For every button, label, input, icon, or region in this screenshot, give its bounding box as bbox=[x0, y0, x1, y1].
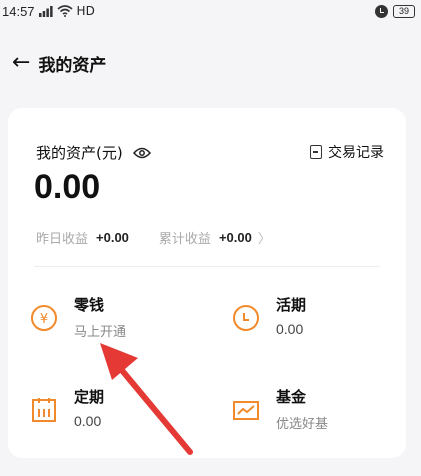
total-income-label[interactable]: 累计收益 bbox=[159, 228, 211, 247]
yuan-coin-icon: ¥ bbox=[30, 304, 58, 332]
wifi-icon bbox=[57, 5, 73, 17]
asset-amount: 0.00 bbox=[34, 168, 101, 206]
svg-text:¥: ¥ bbox=[40, 312, 48, 327]
product-title: 基金 bbox=[276, 388, 307, 406]
asset-header: 我的资产(元) bbox=[36, 142, 151, 163]
divider bbox=[34, 266, 380, 267]
trade-record-button[interactable]: 交易记录 bbox=[310, 142, 384, 162]
clock-circle-icon bbox=[232, 304, 260, 332]
eye-icon[interactable] bbox=[132, 147, 151, 159]
product-demand[interactable]: 活期 0.00 bbox=[232, 294, 306, 337]
alarm-icon bbox=[375, 4, 388, 18]
product-value: 0.00 bbox=[276, 321, 304, 337]
product-title: 定期 bbox=[74, 388, 105, 406]
calendar-icon bbox=[30, 396, 58, 424]
yesterday-income-label: 昨日收益 bbox=[36, 232, 89, 247]
income-row: 昨日收益 +0.00 累计收益 +0.00 〉 bbox=[36, 228, 271, 247]
yesterday-income-value: +0.00 bbox=[96, 230, 129, 245]
status-right: 39 bbox=[375, 4, 415, 18]
signal-icon bbox=[38, 5, 53, 17]
product-subtitle: 马上开通 bbox=[74, 325, 127, 340]
product-fund[interactable]: 基金 优选好基 bbox=[232, 386, 328, 432]
record-icon bbox=[310, 145, 322, 159]
status-left: 14:57 HD bbox=[2, 4, 95, 19]
nav-bar: ← 我的资产 bbox=[0, 44, 421, 82]
product-value: 0.00 bbox=[74, 413, 102, 429]
trend-chart-icon bbox=[232, 396, 260, 424]
product-fixed[interactable]: 定期 0.00 bbox=[30, 386, 104, 429]
back-arrow-icon[interactable]: ← bbox=[12, 52, 30, 74]
product-title: 活期 bbox=[276, 296, 307, 314]
status-time: 14:57 bbox=[2, 3, 35, 19]
battery-icon: 39 bbox=[393, 4, 415, 18]
total-income-value[interactable]: +0.00 bbox=[219, 230, 252, 245]
product-title: 零钱 bbox=[74, 296, 105, 314]
network-type: HD bbox=[76, 4, 95, 18]
asset-label: 我的资产(元) bbox=[36, 144, 123, 162]
trade-record-label: 交易记录 bbox=[328, 145, 384, 161]
product-subtitle: 优选好基 bbox=[276, 417, 329, 432]
product-change[interactable]: ¥ 零钱 马上开通 bbox=[30, 294, 126, 340]
chevron-right-icon[interactable]: 〉 bbox=[258, 228, 271, 247]
page-title: 我的资产 bbox=[38, 55, 107, 76]
asset-card: 我的资产(元) 交易记录 0.00 昨日收益 +0.00 累计收益 +0.00 … bbox=[8, 108, 406, 458]
status-bar: 14:57 HD 39 bbox=[0, 0, 421, 22]
